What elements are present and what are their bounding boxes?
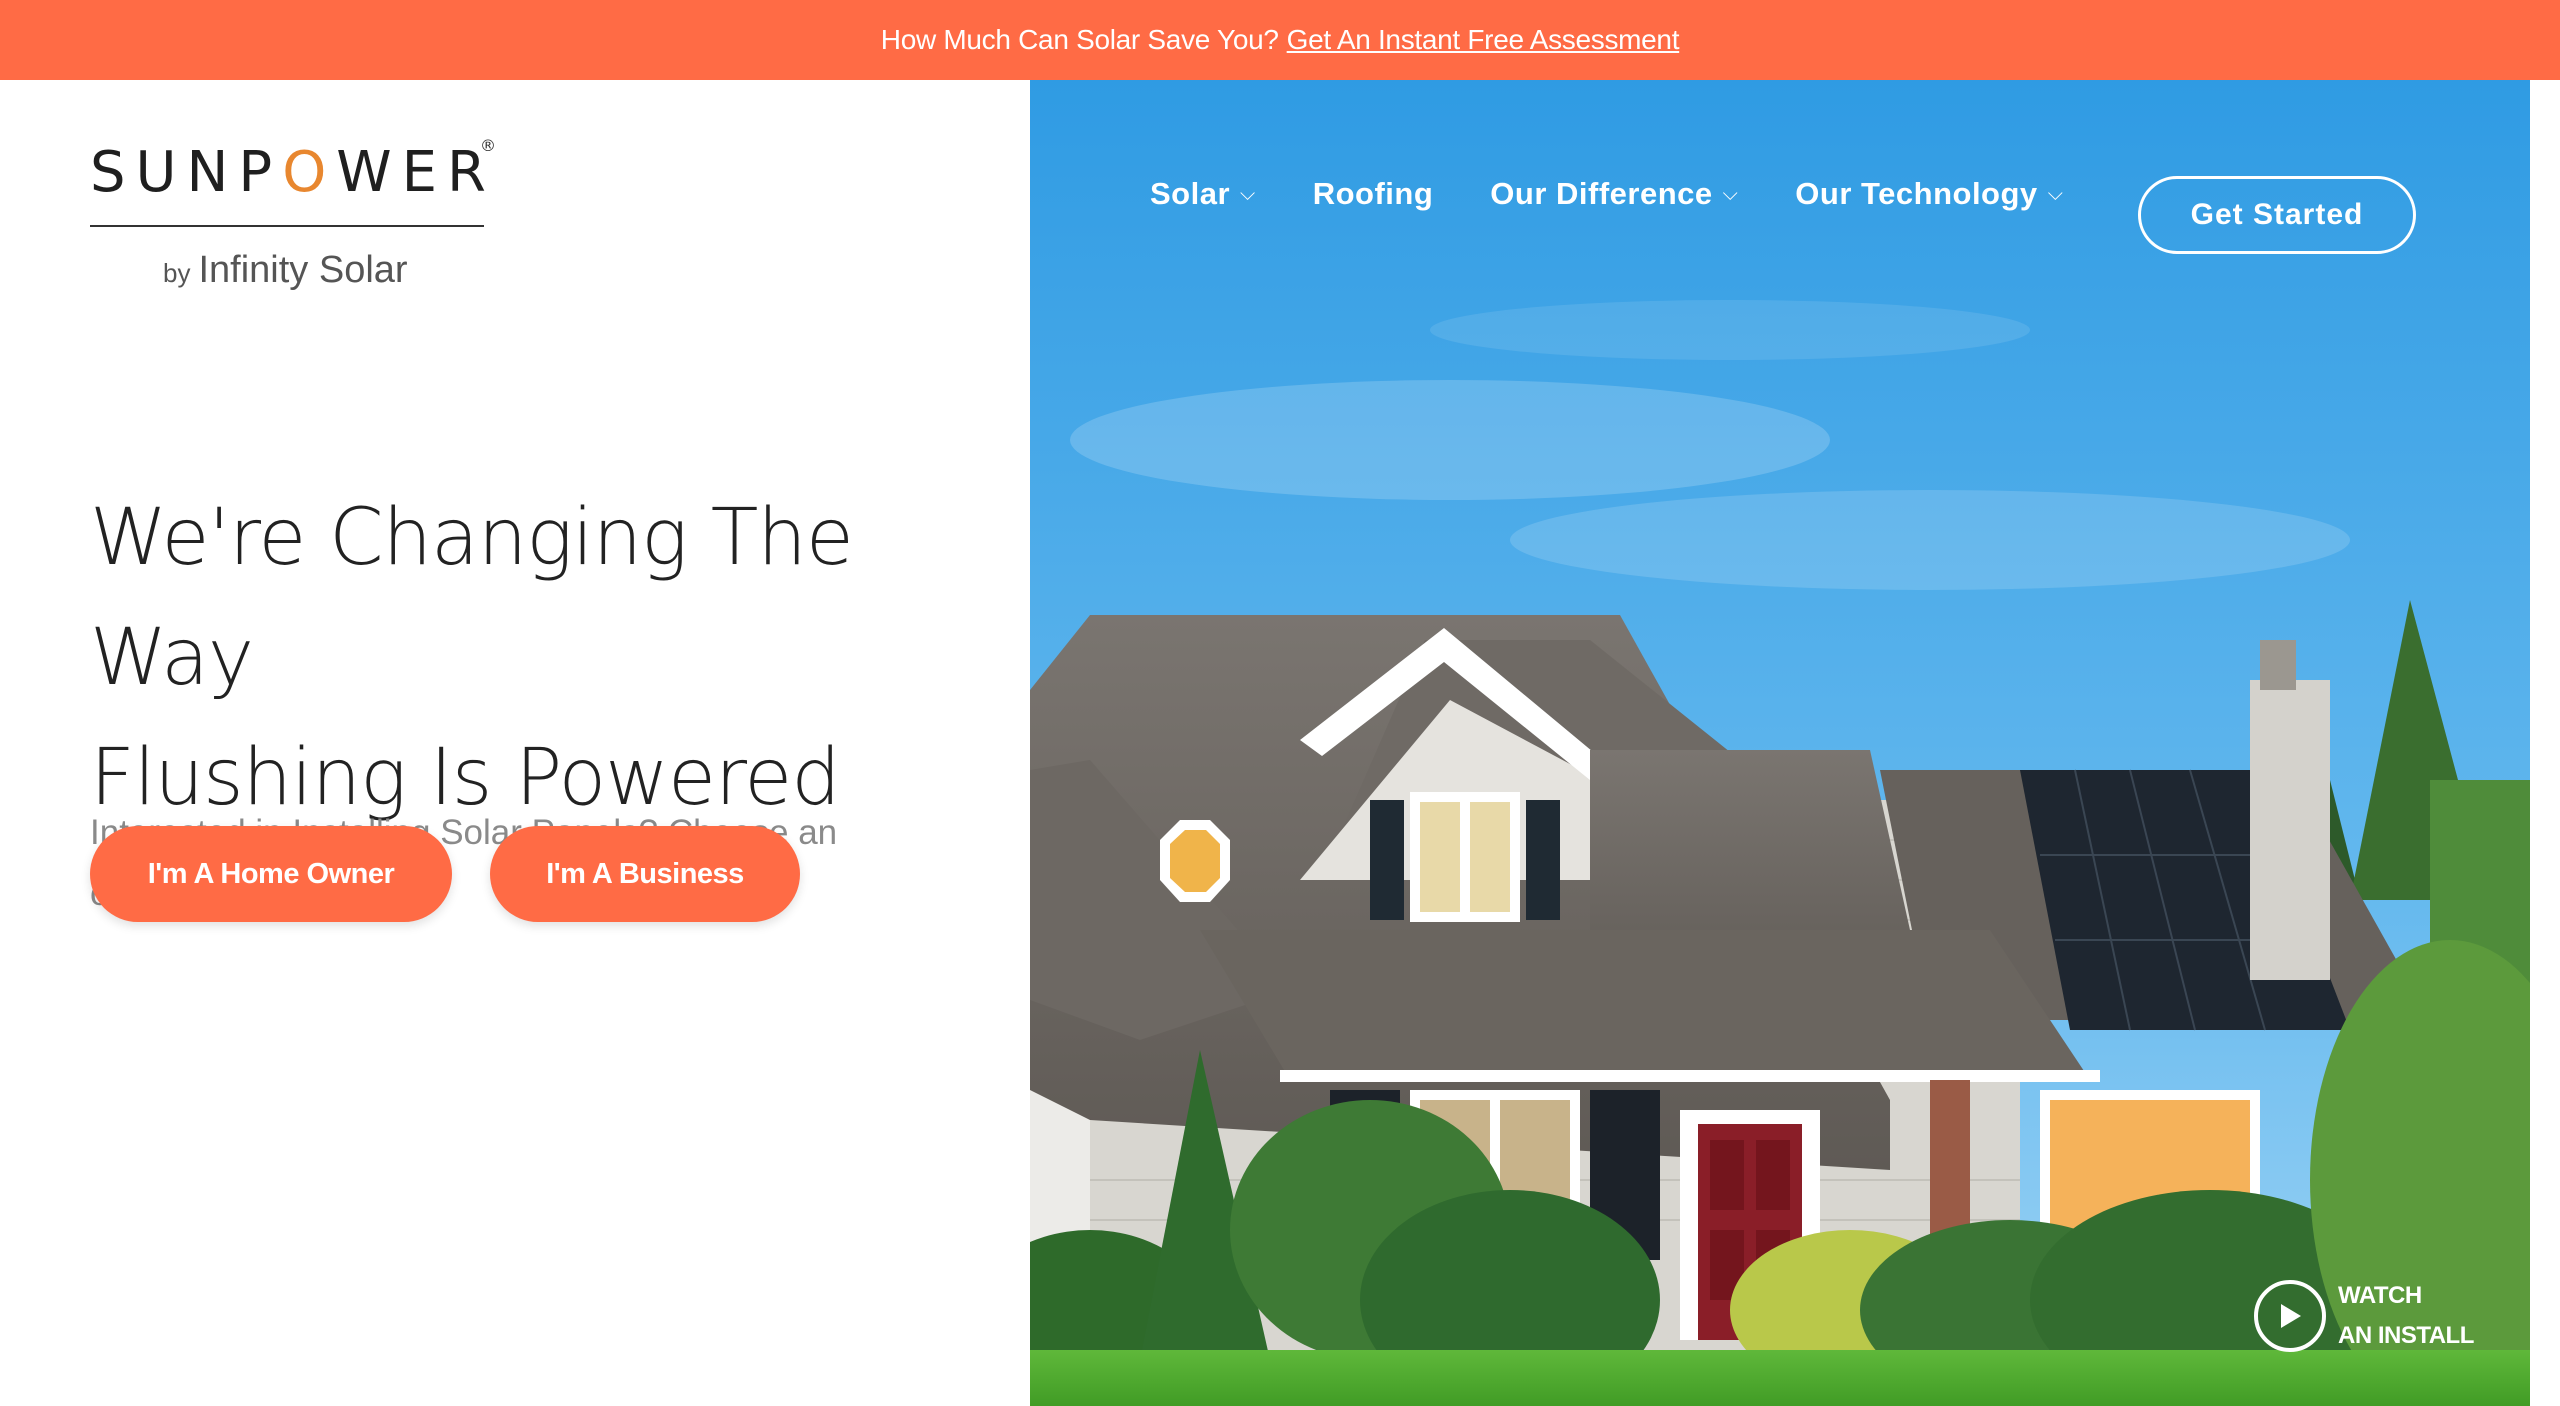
house-with-solar-illustration — [1030, 80, 2530, 1406]
logo-divider — [90, 225, 484, 227]
hero-image — [1030, 80, 2530, 1406]
chevron-down-icon: ⌵ — [1722, 182, 1739, 205]
left-panel: SUNPOWER ® by Infinity Solar We're Changi… — [0, 80, 1030, 1406]
business-button[interactable]: I'm A Business — [490, 826, 800, 922]
nav-roofing[interactable]: Roofing — [1313, 176, 1434, 212]
registered-mark: ® — [480, 136, 496, 155]
chevron-down-icon: ⌵ — [1240, 182, 1256, 205]
logo-subtitle: by Infinity Solar — [163, 249, 408, 291]
logo-wordmark: SUNPOWER ® — [90, 136, 496, 205]
chevron-down-icon: ⌵ — [2047, 182, 2064, 205]
nav-solar[interactable]: Solar ⌵ — [1150, 176, 1256, 212]
free-assessment-link[interactable]: Get An Instant Free Assessment — [1287, 24, 1680, 56]
home-owner-button[interactable]: I'm A Home Owner — [90, 826, 452, 922]
logo-sun-o: O — [282, 140, 337, 205]
watch-install-label: WATCH AN INSTALL — [2338, 1282, 2474, 1349]
nav-our-technology[interactable]: Our Technology ⌵ — [1795, 176, 2063, 212]
play-icon — [2254, 1280, 2326, 1352]
promo-text: How Much Can Solar Save You? — [880, 24, 1279, 55]
hero-headline: We're Changing The Way Flushing Is Power… — [90, 493, 854, 823]
watch-install-button[interactable]: WATCH AN INSTALL — [2254, 1276, 2474, 1356]
sunpower-logo[interactable]: SUNPOWER ® by Infinity Solar — [90, 136, 496, 292]
get-started-button[interactable]: Get Started — [2138, 176, 2416, 254]
page-margin — [2530, 80, 2560, 1406]
nav-our-difference[interactable]: Our Difference ⌵ — [1490, 176, 1738, 212]
promo-banner: How Much Can Solar Save You? Get An Inst… — [0, 0, 2560, 80]
main-nav: Solar ⌵ Roofing Our Difference ⌵ Our Techn… — [1150, 176, 2120, 212]
company-name: Infinity Solar — [198, 249, 408, 291]
